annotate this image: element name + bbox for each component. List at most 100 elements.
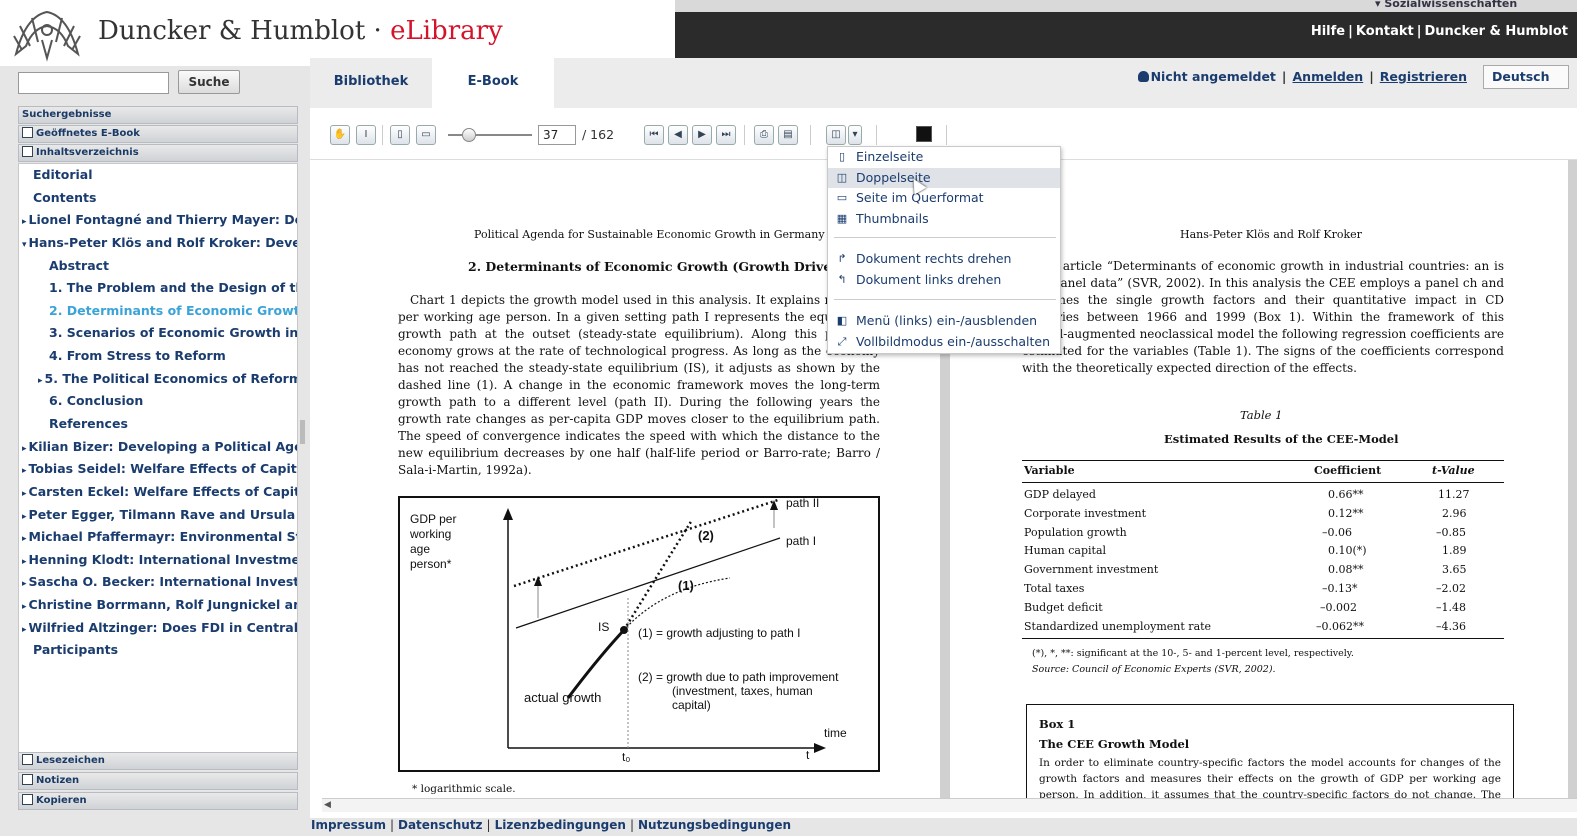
toc-item[interactable]: 1. The Problem and the Design of the F — [49, 280, 297, 295]
figure-label-1: (1) — [678, 578, 694, 593]
toc-item[interactable]: 4. From Stress to Reform — [49, 348, 226, 363]
expand-arrow-icon[interactable]: ▸ — [22, 466, 27, 476]
terms-link[interactable]: Nutzungsbedingungen — [638, 818, 791, 832]
text-select-icon[interactable]: I — [356, 125, 376, 145]
contact-link[interactable]: Kontakt — [1356, 24, 1414, 39]
toc-item[interactable]: ▸ Wilfried Altzinger: Does FDI in Central… — [22, 620, 297, 635]
toc-item[interactable]: ▸ Sascha O. Becker: International Investm — [22, 574, 297, 589]
menu-item-single-page[interactable]: ▯ Einzelseite — [828, 147, 1060, 167]
toc-item[interactable]: ▸ Kilian Bizer: Developing a Political Ag… — [22, 439, 297, 454]
menu-item-rotate-left[interactable]: ↰ Dokument links drehen — [828, 270, 1060, 290]
toc-item[interactable]: ▸ Michael Pfaffermayr: Environmental Stan — [22, 529, 297, 544]
search-input[interactable] — [18, 72, 169, 94]
expand-arrow-icon[interactable]: ▸ — [22, 534, 27, 544]
first-page-icon[interactable]: ⏮ — [644, 125, 664, 145]
expand-arrow-icon[interactable]: ▸ — [22, 579, 27, 589]
layout-dropdown-icon[interactable]: ▾ — [848, 125, 862, 145]
page-layout-icon[interactable]: ◫ — [826, 125, 846, 145]
sidebar-splitter[interactable] — [300, 420, 305, 444]
page-total: / 162 — [582, 127, 615, 142]
top-header: Duncker & Humblot · eLibrary ▾ Sozialwis… — [0, 0, 1577, 66]
figure-legend-1: (1) = growth adjusting to path I — [638, 626, 801, 640]
bookmark-icon — [22, 754, 33, 765]
footer-links: Impressum | Datenschutz | Lizenzbedingungen |… — [311, 818, 792, 832]
menu-item-landscape[interactable]: ▭ Seite im Querformat — [828, 188, 1060, 208]
user-icon — [1137, 71, 1149, 82]
brand-title: Duncker & Humblot · eLibrary — [98, 16, 503, 46]
fit-height-icon[interactable]: ▯ — [390, 125, 410, 145]
panel-search-results-label: Suchergebnisse — [22, 109, 112, 120]
license-link[interactable]: Lizenzbedingungen — [495, 818, 626, 832]
table-rule — [1022, 482, 1504, 483]
panel-search-results[interactable]: Suchergebnisse — [18, 106, 298, 124]
scroll-left-icon[interactable]: ◀ — [324, 800, 331, 810]
sidebar: Suche Suchergebnisse Geöffnetes E-Book I… — [12, 66, 298, 816]
table-cell: 1.89 — [1442, 544, 1467, 557]
help-link[interactable]: Hilfe — [1311, 24, 1345, 39]
zoom-slider[interactable] — [448, 134, 532, 136]
menu-item-rotate-right[interactable]: ↱ Dokument rechts drehen — [828, 249, 1060, 269]
tab-library[interactable]: Bibliothek — [310, 58, 432, 108]
privacy-link[interactable]: Datenschutz — [398, 818, 483, 832]
toc-item[interactable]: Abstract — [49, 258, 109, 273]
panel-open-ebook[interactable]: Geöffnetes E-Book — [18, 125, 298, 143]
previous-page-icon[interactable]: ◀ — [668, 125, 688, 145]
toc-item[interactable]: ▸ 5. The Political Economics of Reforms — [38, 371, 297, 386]
hand-tool-icon[interactable]: ✋ — [330, 125, 350, 145]
horizontal-scrollbar[interactable]: ◀ — [322, 798, 1577, 812]
login-link[interactable]: Anmelden — [1293, 69, 1364, 84]
toc-item[interactable]: 6. Conclusion — [49, 393, 143, 408]
expand-arrow-icon[interactable]: ▸ — [22, 489, 27, 499]
panel-toc[interactable]: Inhaltsverzeichnis — [18, 144, 298, 162]
toc-item[interactable]: ▾ Hans-Peter Klös and Rolf Kroker: Develc — [22, 235, 297, 250]
export-icon[interactable]: ▤ — [778, 125, 798, 145]
menu-item-toggle-sidebar[interactable]: ◧ Menü (links) ein-/ausblenden — [828, 311, 1060, 331]
fit-width-icon[interactable]: ▭ — [416, 125, 436, 145]
menu-item-fullscreen[interactable]: ⤢ Vollbildmodus ein-/ausschalten — [828, 332, 1060, 352]
menu-item-double-page[interactable]: ◫ Doppelseite — [828, 168, 1060, 188]
toc-item[interactable]: ▸ Tobias Seidel: Welfare Effects of Capit… — [22, 461, 297, 476]
expand-arrow-icon[interactable]: ▸ — [22, 602, 27, 612]
panel-notes[interactable]: Notizen — [18, 772, 298, 790]
expand-arrow-icon[interactable]: ▸ — [22, 625, 27, 635]
toc-item[interactable]: Participants — [33, 642, 118, 657]
expand-arrow-icon[interactable]: ▸ — [22, 444, 27, 454]
panel-notes-label: Notizen — [36, 775, 80, 786]
publisher-link[interactable]: Duncker & Humblot — [1424, 24, 1568, 39]
panel-bookmarks[interactable]: Lesezeichen — [18, 752, 298, 770]
table-header-tvalue: t-Value — [1432, 464, 1475, 477]
page-number-input[interactable]: 37 — [538, 125, 576, 145]
toc-item[interactable]: 3. Scenarios of Economic Growth in Ge — [49, 325, 297, 340]
imprint-link[interactable]: Impressum — [311, 818, 386, 832]
tab-ebook[interactable]: E-Book — [432, 58, 554, 108]
search-button[interactable]: Suche — [178, 70, 240, 94]
toc-item[interactable]: References — [49, 416, 128, 431]
toc-item[interactable]: Contents — [33, 190, 96, 205]
figure-t-label: t — [806, 748, 810, 762]
panel-copy[interactable]: Kopieren — [18, 792, 298, 810]
language-select[interactable]: Deutsch — [1483, 65, 1569, 89]
toc-item[interactable]: ▸ Lionel Fontagné and Thierry Mayer: Dete — [22, 212, 297, 227]
expand-arrow-icon[interactable]: ▸ — [22, 557, 27, 567]
logo-area[interactable]: Duncker & Humblot · eLibrary — [0, 0, 675, 66]
register-link[interactable]: Registrieren — [1380, 69, 1467, 84]
toc-item[interactable]: Editorial — [33, 167, 93, 182]
collapse-arrow-icon[interactable]: ▾ — [22, 240, 27, 250]
menu-separator — [834, 299, 1056, 300]
toc-item[interactable]: ▸ Peter Egger, Tilmann Rave and Ursula Tr… — [22, 507, 297, 522]
expand-arrow-icon[interactable]: ▸ — [38, 376, 43, 386]
color-picker[interactable] — [916, 126, 932, 142]
toc-item[interactable]: ▸ Christine Borrmann, Rolf Jungnickel and… — [22, 597, 297, 612]
last-page-icon[interactable]: ⏭ — [716, 125, 736, 145]
zoom-slider-handle[interactable] — [462, 128, 476, 142]
panel-copy-label: Kopieren — [36, 795, 87, 806]
toc-item[interactable]: ▸ Carsten Eckel: Welfare Effects of Capit… — [22, 484, 297, 499]
table-cell: Human capital — [1024, 544, 1107, 557]
expand-arrow-icon[interactable]: ▸ — [22, 217, 27, 227]
menu-item-thumbnails[interactable]: ▦ Thumbnails — [828, 209, 1060, 229]
toc-item-active[interactable]: 2. Determinants of Economic Growth ( — [49, 303, 297, 318]
next-page-icon[interactable]: ▶ — [692, 125, 712, 145]
expand-arrow-icon[interactable]: ▸ — [22, 512, 27, 522]
print-icon[interactable]: ⎙ — [754, 125, 774, 145]
toc-item[interactable]: ▸ Henning Klodt: International Investment — [22, 552, 297, 567]
